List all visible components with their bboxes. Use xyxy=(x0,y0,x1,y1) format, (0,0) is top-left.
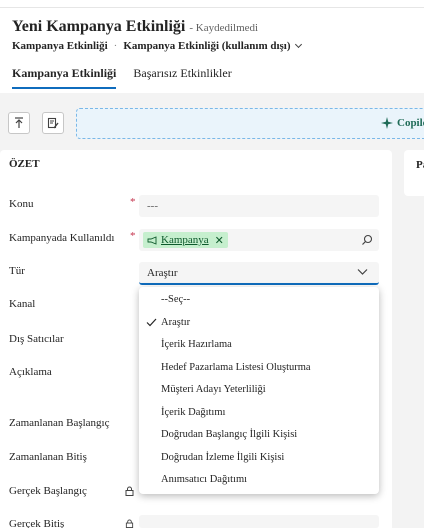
save-status: - Kaydedilmedi xyxy=(189,22,259,34)
type-option[interactable]: Araştır xyxy=(139,312,379,335)
field-label-type: Tür xyxy=(9,265,25,277)
required-asterisk: * xyxy=(130,196,136,208)
field-label-scheduled-end: Zamanlanan Bitiş xyxy=(9,451,87,463)
arrow-up-to-line-icon xyxy=(15,117,23,128)
lock-icon xyxy=(125,486,134,496)
tab-campaign-activity[interactable]: Kampanya Etkinliği xyxy=(12,66,117,89)
chevron-down-icon xyxy=(294,40,302,49)
top-bar xyxy=(0,0,424,8)
campaign-tag-label[interactable]: Kampanya xyxy=(161,234,209,246)
field-label-scheduled-start: Zamanlanan Başlangıç xyxy=(9,417,110,429)
type-option[interactable]: Anımsatıcı Dağıtımı xyxy=(139,469,379,492)
breadcrumb-separator: · xyxy=(113,40,118,52)
type-select[interactable]: Araştır xyxy=(139,262,379,285)
collapse-header-button[interactable] xyxy=(8,112,30,134)
field-label-description: Açıklama xyxy=(9,366,52,378)
copilot-banner[interactable]: Copilo xyxy=(76,108,424,139)
side-card-label: Pa xyxy=(416,159,424,171)
type-option[interactable]: Doğrudan İzleme İlgili Kişisi xyxy=(139,447,379,470)
campaign-lookup[interactable]: Kampanya ✕ xyxy=(139,229,379,251)
edit-document-icon xyxy=(47,117,59,129)
section-title-summary: ÖZET xyxy=(9,158,40,170)
tab-failed-activities[interactable]: Başarısız Etkinlikler xyxy=(133,66,231,87)
remove-tag-icon[interactable]: ✕ xyxy=(215,234,224,247)
field-label-subject: Konu xyxy=(9,198,34,210)
required-asterisk: * xyxy=(130,230,136,242)
type-dropdown-list: --Seç-- Araştır İçerik Hazırlama Hedef P… xyxy=(139,287,379,494)
subject-input[interactable]: --- xyxy=(139,195,379,217)
actual-end-input xyxy=(139,515,379,528)
field-label-vendors: Dış Satıcılar xyxy=(9,333,64,345)
type-option[interactable]: Müşteri Adayı Yeterliliği xyxy=(139,379,379,402)
copilot-label: Copilo xyxy=(397,117,424,129)
form-toolbar: Copilo xyxy=(0,100,424,144)
side-card: Pa xyxy=(404,150,424,196)
breadcrumb-entity: Kampanya Etkinliği xyxy=(12,40,108,52)
type-option[interactable]: İçerik Dağıtımı xyxy=(139,402,379,425)
tab-list: Kampanya Etkinliği Başarısız Etkinlikler xyxy=(12,66,246,89)
type-selected-value: Araştır xyxy=(147,267,178,279)
lock-icon xyxy=(125,519,134,528)
subject-value: --- xyxy=(147,200,158,212)
page-title: Yeni Kampanya Etkinliği - Kaydedilmedi xyxy=(12,18,258,36)
field-label-actual-end: Gerçek Bitiş xyxy=(9,518,65,528)
type-option[interactable]: --Seç-- xyxy=(139,289,379,312)
field-label-actual-start: Gerçek Başlangıç xyxy=(9,485,87,497)
field-label-channel: Kanal xyxy=(9,298,36,310)
chevron-down-icon xyxy=(357,269,368,275)
type-option[interactable]: Doğrudan Başlangıç İlgili Kişisi xyxy=(139,424,379,447)
megaphone-icon xyxy=(147,235,157,245)
type-option[interactable]: Hedef Pazarlama Listesi Oluşturma xyxy=(139,357,379,380)
form-header: Yeni Kampanya Etkinliği - Kaydedilmedi Ka… xyxy=(0,8,424,93)
sparkle-icon xyxy=(381,117,393,129)
search-icon[interactable] xyxy=(361,234,373,246)
checkmark-icon xyxy=(146,318,157,326)
type-option[interactable]: İçerik Hazırlama xyxy=(139,334,379,357)
record-title: Yeni Kampanya Etkinliği xyxy=(12,18,186,35)
edit-form-button[interactable] xyxy=(42,112,64,134)
campaign-tag[interactable]: Kampanya ✕ xyxy=(143,232,228,248)
breadcrumb: Kampanya Etkinliği · Kampanya Etkinliği (k… xyxy=(12,40,302,52)
field-label-campaign: Kampanyada Kullanıldı xyxy=(9,232,115,244)
form-selector[interactable]: Kampanya Etkinliği (kullanım dışı) xyxy=(123,40,302,52)
